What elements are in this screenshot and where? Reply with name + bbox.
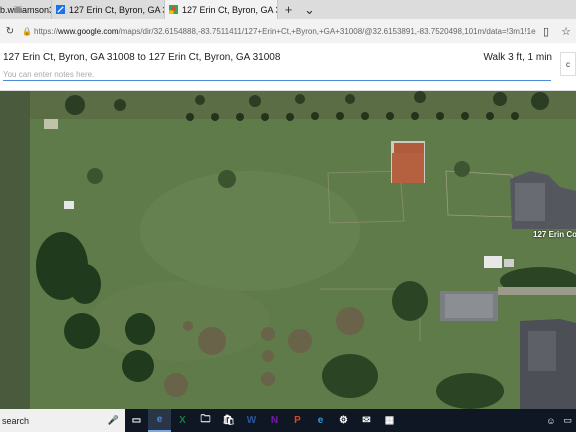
maps-favicon-icon	[56, 5, 65, 14]
tab-label: 127 Erin Ct, Byron, GA 3100	[69, 4, 164, 15]
route-summary: Walk 3 ft, 1 min	[483, 52, 552, 63]
favorite-star-icon[interactable]: ☆	[556, 25, 576, 38]
tab-maps-1[interactable]: 127 Erin Ct, Byron, GA 3100	[52, 0, 165, 19]
windows-taskbar: search 🎤 ▭ e X 🗀 🛍 W N Pe ⚙ ✉ ▦ ☺ ▭	[0, 409, 576, 432]
url-field[interactable]: https://www.google.com/maps/dir/32.61548…	[34, 27, 536, 36]
notes-input[interactable]	[3, 68, 551, 81]
excel-icon[interactable]: X	[171, 409, 194, 432]
notification-icon[interactable]: ▭	[559, 415, 576, 426]
url-path: /maps/dir/32.6154888,-83.7511411/127+Eri…	[118, 26, 537, 36]
browser-tab-bar: b.williamson31( × 127 Erin Ct, Byron, GA…	[0, 0, 576, 19]
system-tray: ☺ ▭	[542, 415, 576, 426]
store-icon[interactable]: 🛍	[217, 409, 240, 432]
reading-view-icon[interactable]: ▯	[536, 25, 556, 38]
task-view-icon[interactable]: ▭	[125, 409, 148, 432]
route-title: 127 Erin Ct, Byron, GA 31008 to 127 Erin…	[3, 52, 281, 63]
powerpoint-icon[interactable]: P	[286, 409, 309, 432]
tab-gmail[interactable]: b.williamson31( ×	[0, 0, 52, 19]
settings-icon[interactable]: ⚙	[332, 409, 355, 432]
maps-favicon-icon	[169, 5, 178, 14]
new-tab-button[interactable]: +	[278, 0, 299, 19]
mail-icon[interactable]: ✉	[355, 409, 378, 432]
street-label: 127 Erin Co	[533, 230, 576, 239]
microphone-icon[interactable]: 🎤	[108, 415, 119, 426]
url-scheme: https://	[34, 26, 59, 36]
calculator-icon[interactable]: ▦	[378, 409, 401, 432]
word-icon[interactable]: W	[240, 409, 263, 432]
internet-explorer-icon[interactable]: e	[309, 409, 332, 432]
taskbar-search-box[interactable]: search 🎤	[0, 409, 125, 432]
directions-panel: 127 Erin Ct, Byron, GA 31008 to 127 Erin…	[0, 43, 576, 91]
onenote-icon[interactable]: N	[263, 409, 286, 432]
lock-icon[interactable]: 🔒	[20, 27, 34, 36]
file-explorer-icon[interactable]: 🗀	[194, 409, 217, 432]
side-panel-button[interactable]: c	[560, 52, 576, 76]
satellite-map[interactable]: 127 Erin Co	[0, 91, 576, 409]
satellite-imagery	[0, 91, 576, 409]
people-icon[interactable]: ☺	[542, 416, 559, 426]
tab-label: 127 Erin Ct, Byron, GA 3	[182, 4, 278, 15]
refresh-icon[interactable]: ↻	[0, 26, 20, 37]
tab-label: b.williamson31(	[0, 4, 51, 15]
search-label: search	[2, 415, 30, 426]
url-host: www.google.com	[58, 26, 119, 36]
tab-menu-chevron-icon[interactable]: ⌄	[299, 0, 320, 19]
address-bar: ↻ 🔒 https://www.google.com/maps/dir/32.6…	[0, 19, 576, 43]
edge-icon[interactable]: e	[148, 409, 171, 432]
tab-maps-2-active[interactable]: 127 Erin Ct, Byron, GA 3 ×	[165, 0, 278, 19]
